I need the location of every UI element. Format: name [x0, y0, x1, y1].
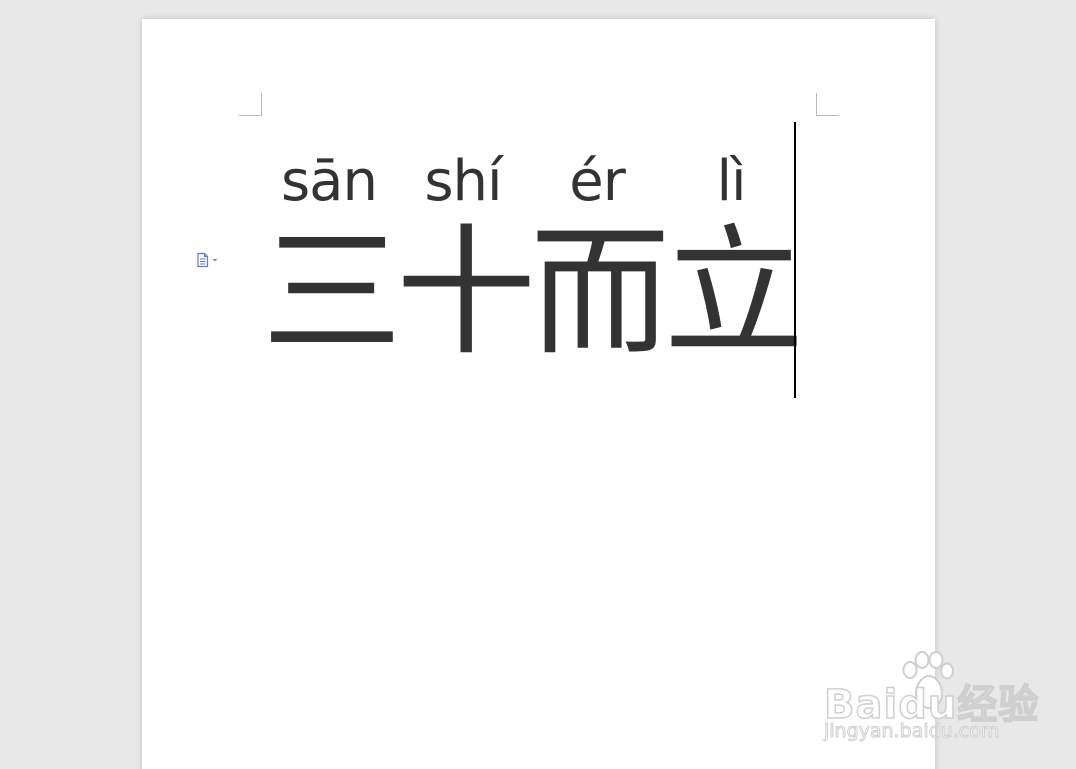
chinese-character: 立 — [664, 212, 805, 375]
paste-options-icon — [195, 252, 211, 268]
chevron-down-icon — [211, 256, 219, 264]
pinyin-label: sān — [281, 149, 378, 214]
pinyin-label: lì — [716, 149, 746, 214]
chinese-character: 三 — [262, 212, 403, 375]
ruby-character: ér 而 — [530, 147, 671, 377]
pinyin-label: shí — [424, 149, 502, 214]
chinese-character: 而 — [530, 212, 671, 375]
ruby-character: lì 立 — [664, 147, 805, 377]
document-page[interactable]: sān 三 shí 十 ér 而 lì 立 — [142, 19, 935, 769]
text-cursor — [794, 122, 796, 398]
pinyin-label: ér — [569, 149, 625, 214]
ruby-character: shí 十 — [396, 147, 537, 377]
chinese-character: 十 — [396, 212, 537, 375]
paste-options-button[interactable] — [195, 252, 219, 268]
margin-corner-top-right — [816, 93, 839, 116]
document-workspace: sān 三 shí 十 ér 而 lì 立 Baidu经验 jingyan.ba… — [0, 0, 1076, 769]
phonetic-guide-text[interactable]: sān 三 shí 十 ér 而 lì 立 — [262, 147, 805, 377]
ruby-character: sān 三 — [262, 147, 403, 377]
margin-corner-top-left — [239, 93, 262, 116]
